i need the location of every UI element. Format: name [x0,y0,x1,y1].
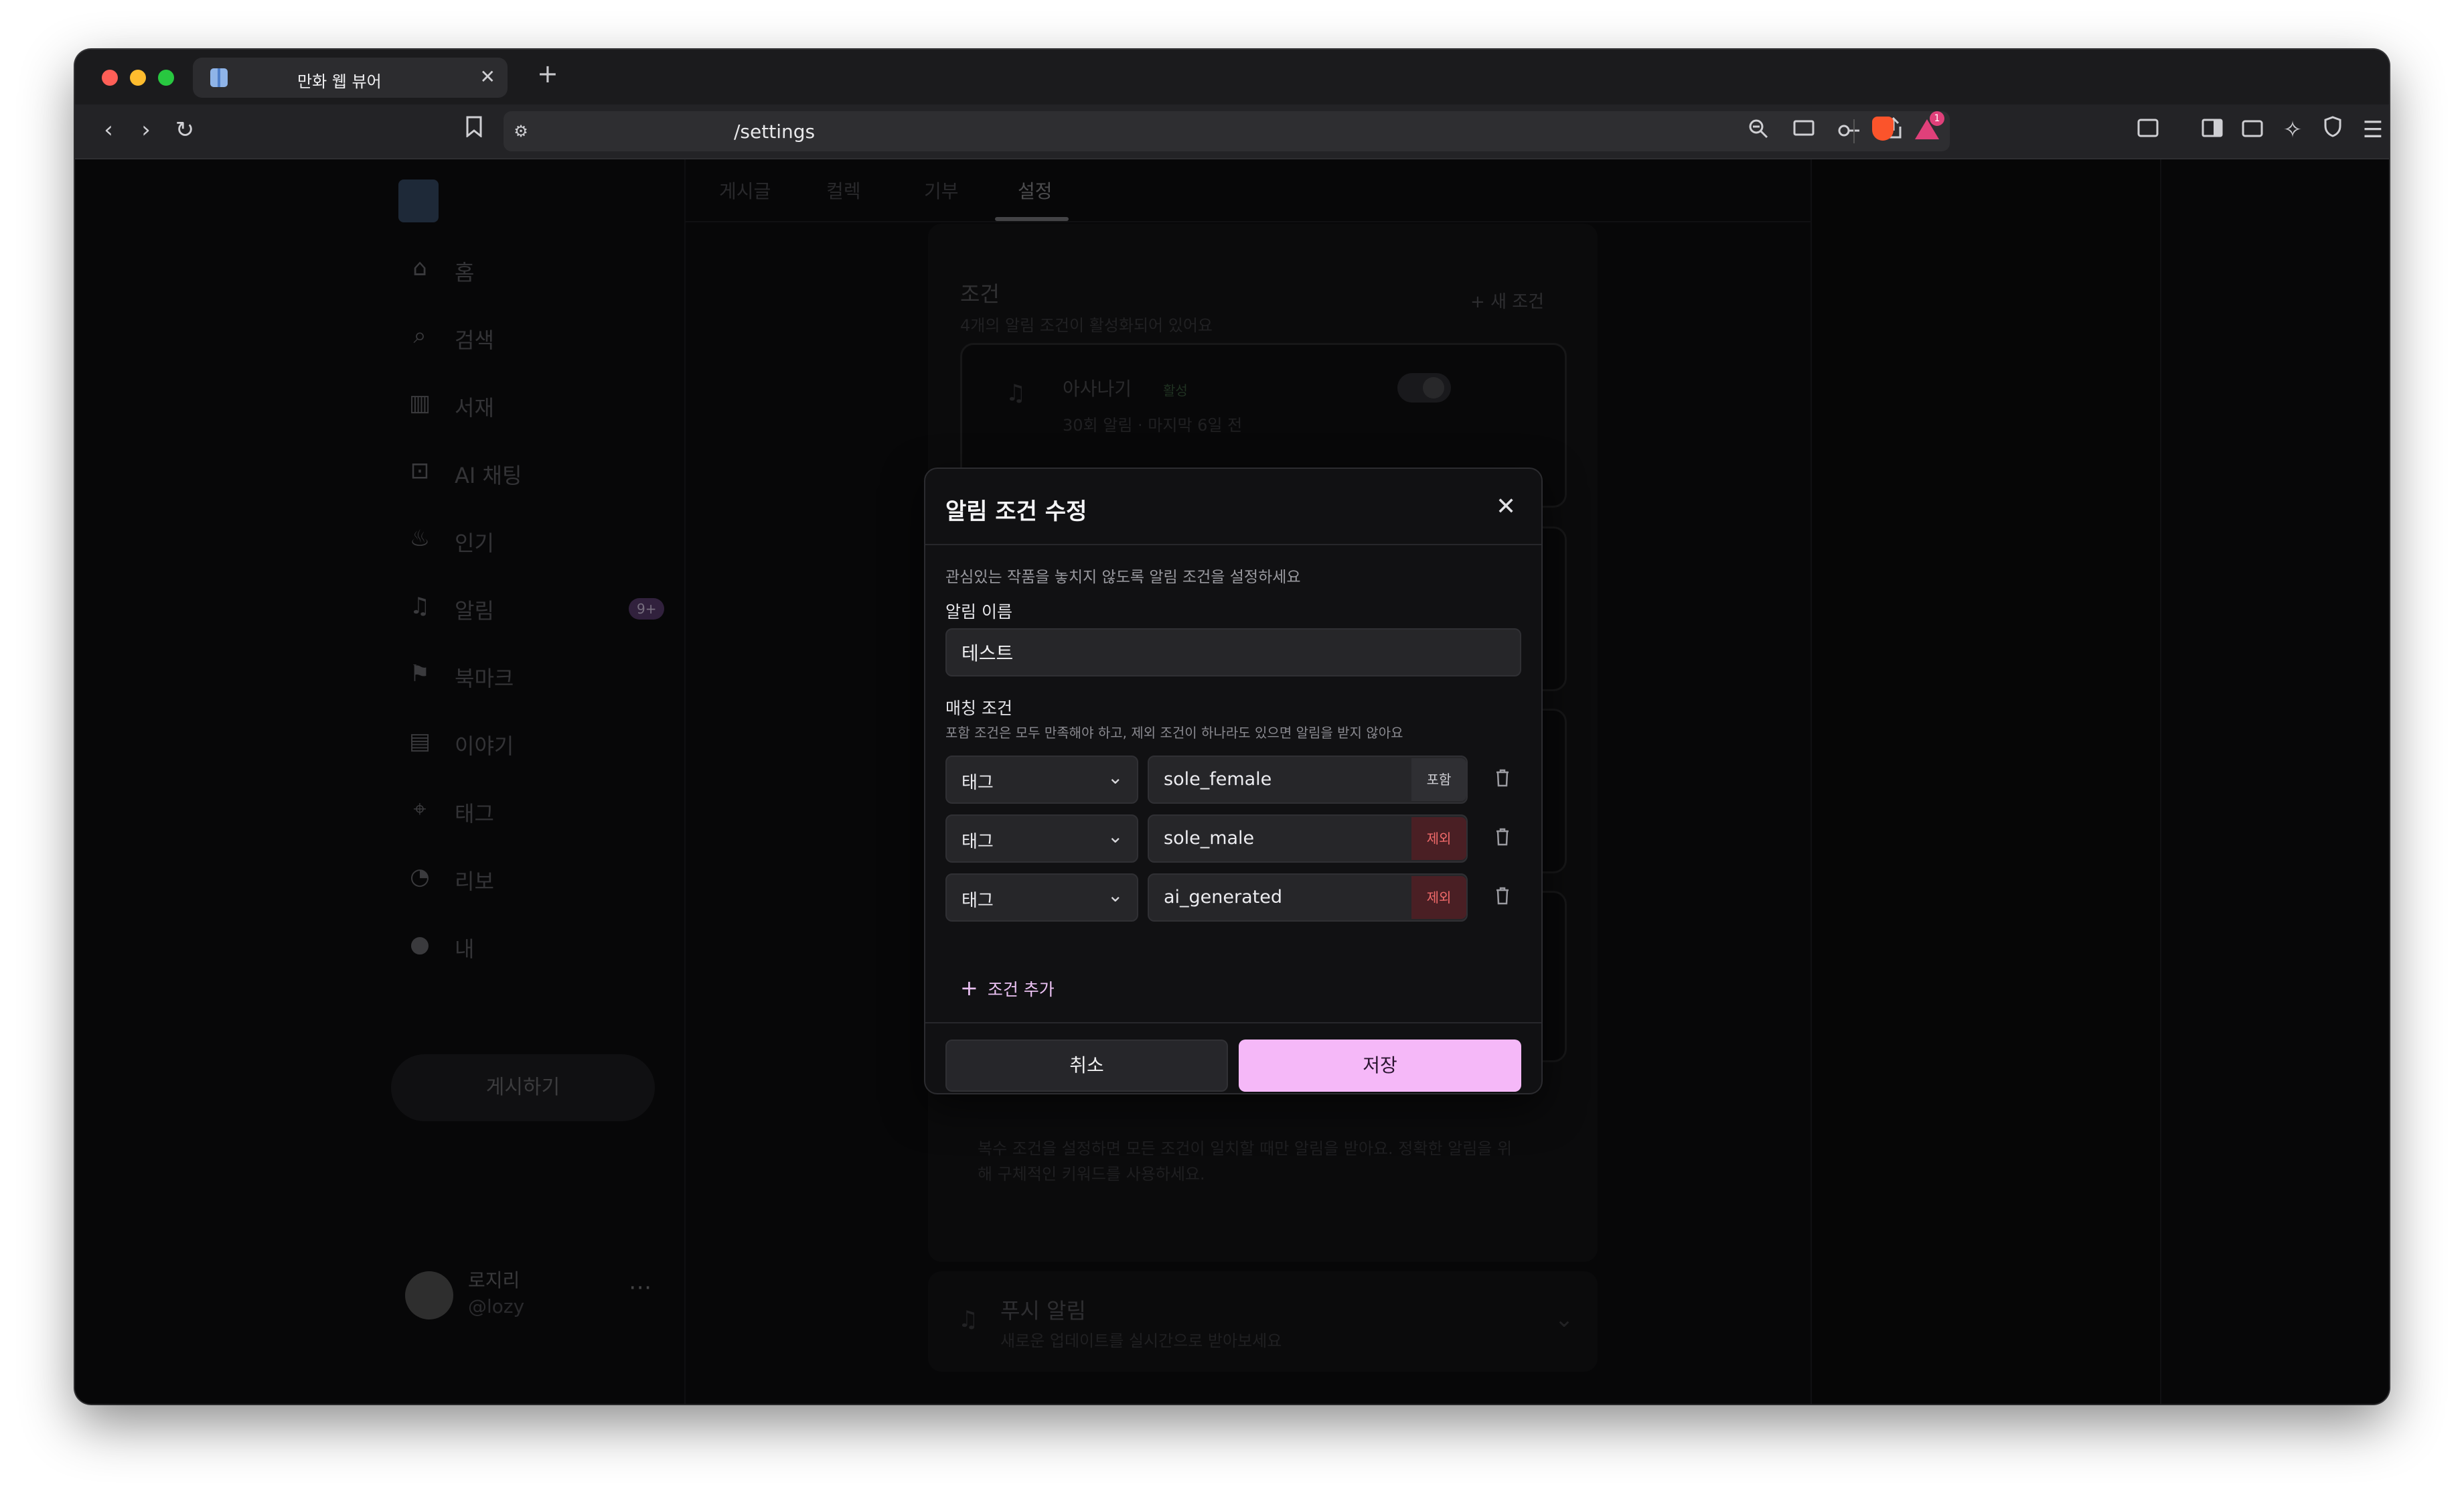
select-value: 태그 [961,773,994,793]
condition-value-input[interactable]: sole_female 포함 [1148,756,1468,804]
alert-name-label: 알림 이름 [945,602,1012,622]
exclude-toggle[interactable]: 제외 [1411,876,1466,919]
save-button[interactable]: 저장 [1239,1040,1521,1092]
browser-tab[interactable]: 만화 웹 뷰어 ✕ [193,58,508,98]
new-tab-button[interactable]: + [537,59,558,88]
condition-value: ai_generated [1164,887,1283,908]
back-arrow-icon[interactable]: ‹ [94,115,123,145]
add-condition-label: 조건 추가 [987,980,1055,999]
key-icon[interactable] [1835,117,1864,146]
gift-favicon-icon [210,68,228,87]
divider [925,1022,1541,1023]
bookmark-page-icon[interactable] [459,115,489,145]
condition-row: 태그 ⌄ sole_female 포함 [945,756,1535,804]
condition-value-input[interactable]: ai_generated 제외 [1148,873,1468,922]
site-settings-icon[interactable]: ⚙ [506,117,536,146]
leo-ai-icon[interactable]: ✧ [2278,115,2307,145]
sidebar-toggle-icon[interactable] [2198,115,2227,145]
wallet-icon[interactable] [2238,115,2267,145]
tab-close-icon[interactable]: ✕ [480,66,495,88]
chevron-down-icon: ⌄ [1107,766,1124,788]
reader-mode-icon[interactable] [2133,115,2163,145]
trash-icon[interactable] [1489,768,1516,794]
select-value: 태그 [961,832,994,852]
forward-arrow-icon[interactable]: › [131,115,161,145]
zoom-out-icon[interactable] [1744,117,1773,146]
minimize-window-button[interactable] [130,70,146,86]
condition-type-select[interactable]: 태그 ⌄ [945,873,1138,922]
cancel-button[interactable]: 취소 [945,1040,1228,1092]
tab-title: 만화 웹 뷰어 [297,72,382,91]
condition-value-input[interactable]: sole_male 제외 [1148,814,1468,863]
condition-row: 태그 ⌄ sole_male 제외 [945,814,1535,863]
zoom-window-button[interactable] [158,70,174,86]
condition-row: 태그 ⌄ ai_generated 제외 [945,873,1535,922]
brave-shields-icon[interactable] [1872,117,1894,141]
close-icon[interactable]: ✕ [1496,493,1516,520]
condition-value: sole_male [1164,828,1255,849]
rewards-badge: 1 [1930,111,1944,126]
edit-alert-modal: 알림 조건 수정 ✕ 관심있는 작품을 놓치지 않도록 알림 조건을 설정하세요… [924,468,1543,1094]
modal-title: 알림 조건 수정 [945,498,1087,525]
condition-type-select[interactable]: 태그 ⌄ [945,756,1138,804]
add-condition-button[interactable]: + 조건 추가 [960,975,1055,1001]
modal-description: 관심있는 작품을 놓치지 않도록 알림 조건을 설정하세요 [945,569,1301,586]
include-toggle[interactable]: 포함 [1411,758,1466,801]
tab-bar: 만화 웹 뷰어 ✕ + [75,50,2389,104]
exclude-toggle[interactable]: 제외 [1411,817,1466,860]
select-value: 태그 [961,891,994,911]
match-conditions-label: 매칭 조건 [945,699,1012,718]
match-conditions-help: 포함 조건은 모두 만족해야 하고, 제외 조건이 하나라도 있으면 알림을 받… [945,725,1403,741]
plus-icon: + [960,975,978,1001]
menu-icon[interactable]: ☰ [2358,115,2388,145]
cast-icon[interactable] [1789,117,1819,146]
toolbar-separator [1853,119,1855,143]
divider [925,544,1541,545]
trash-icon[interactable] [1489,885,1516,912]
browser-window: 만화 웹 뷰어 ✕ + ‹ › ↻ ⚙ /settings 1 ✧ ☰ ⌂ 홈 … [75,50,2389,1404]
chevron-down-icon: ⌄ [1107,825,1124,847]
condition-value: sole_female [1164,769,1272,790]
url-text: /settings [734,121,816,143]
close-window-button[interactable] [102,70,118,86]
browser-toolbar: ‹ › ↻ ⚙ /settings 1 ✧ ☰ [75,104,2389,159]
alert-name-input[interactable] [945,628,1521,676]
trash-icon[interactable] [1489,827,1516,853]
vpn-shield-icon[interactable] [2318,115,2347,145]
address-bar[interactable]: ⚙ /settings [504,111,1950,151]
chevron-down-icon: ⌄ [1107,884,1124,906]
condition-type-select[interactable]: 태그 ⌄ [945,814,1138,863]
reload-icon[interactable]: ↻ [170,115,200,145]
